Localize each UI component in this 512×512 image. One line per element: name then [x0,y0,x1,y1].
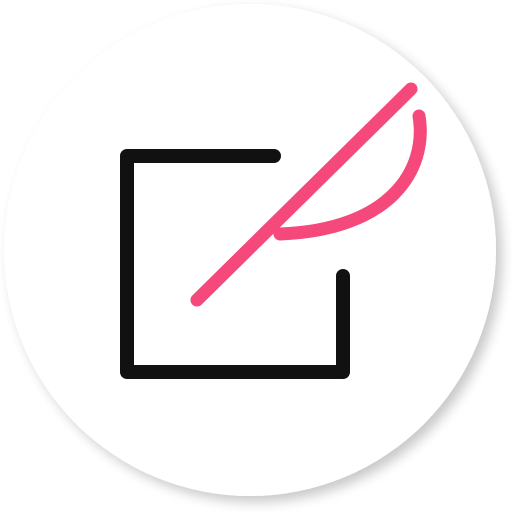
edit-note-icon[interactable] [0,0,512,512]
app-icon-stage [0,0,512,512]
